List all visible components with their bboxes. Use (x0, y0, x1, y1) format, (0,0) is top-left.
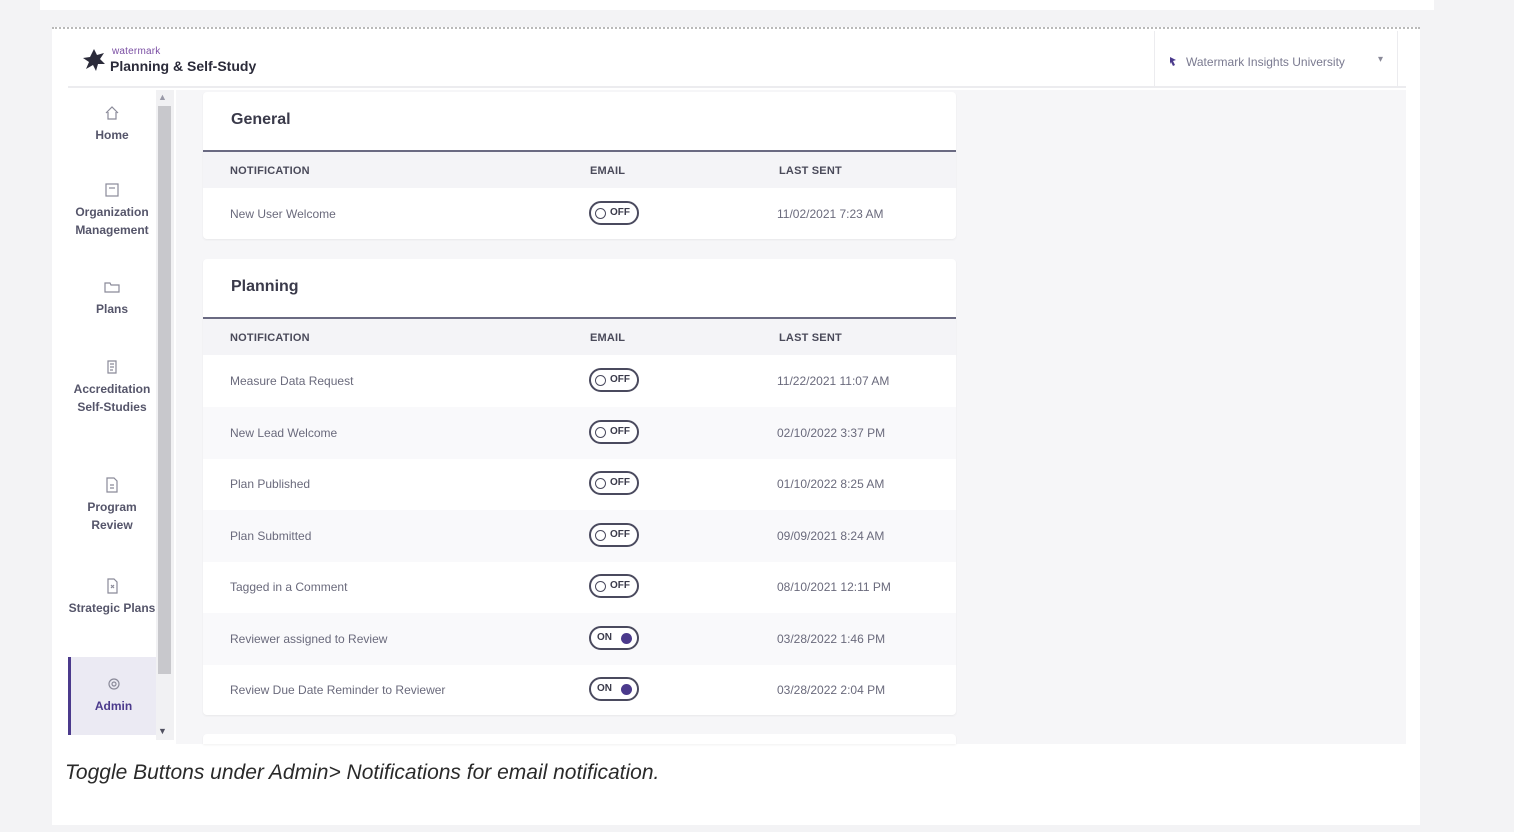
last-sent-date: 11/22/2021 11:07 AM (777, 374, 890, 388)
toggle-knob (595, 375, 606, 386)
sidebar-item-label: Organization Management (75, 205, 149, 237)
last-sent-date: 02/10/2022 3:37 PM (777, 426, 886, 440)
sidebar-item-label: Admin (94, 699, 133, 713)
column-header-email: EMAIL (590, 332, 626, 344)
organization-icon (105, 183, 119, 197)
strategic-plan-icon (107, 578, 118, 594)
section-card-general: General NOTIFICATION EMAIL LAST SENT New… (203, 92, 956, 239)
toggle-state: OFF (610, 374, 630, 385)
table-row: Review Due Date Reminder to Reviewer ON … (203, 664, 956, 716)
document-icon (106, 477, 118, 493)
institution-name[interactable]: Watermark Insights University (1186, 55, 1345, 69)
last-sent-date: 09/09/2021 8:24 AM (777, 529, 885, 543)
toggle-state: ON (597, 683, 612, 694)
chevron-down-icon[interactable]: ▾ (1378, 54, 1383, 65)
email-toggle[interactable]: ON (589, 677, 639, 701)
last-sent-date: 08/10/2021 12:11 PM (777, 580, 891, 594)
brand-wordmark: watermark (112, 46, 161, 57)
email-toggle[interactable]: ON (589, 626, 639, 650)
toggle-state: OFF (610, 477, 630, 488)
table-row: New User Welcome OFF 11/02/2021 7:23 AM (203, 188, 956, 240)
scrollbar-thumb[interactable] (158, 106, 171, 674)
notification-name: Tagged in a Comment (230, 580, 348, 594)
toggle-knob (595, 427, 606, 438)
sidebar-item-label: Plans (95, 302, 128, 316)
toggle-knob (595, 208, 606, 219)
table-row: Reviewer assigned to Review ON 03/28/202… (203, 613, 956, 665)
notification-name: New User Welcome (230, 207, 336, 221)
section-title: Planning (231, 278, 299, 295)
table-row: New Lead Welcome OFF 02/10/2022 3:37 PM (203, 407, 956, 459)
section-card-planning: Planning NOTIFICATION EMAIL LAST SENT Me… (203, 259, 956, 715)
table-row: Plan Submitted OFF 09/09/2021 8:24 AM (203, 510, 956, 562)
home-icon (105, 106, 119, 120)
notification-name: Measure Data Request (230, 374, 354, 388)
table-header: NOTIFICATION EMAIL LAST SENT (203, 319, 956, 355)
sidebar-item-program-review[interactable]: Program Review (68, 476, 156, 540)
toggle-state: OFF (610, 426, 630, 437)
image-caption: Toggle Buttons under Admin> Notification… (65, 761, 660, 784)
table-row: Plan Published OFF 01/10/2022 8:25 AM (203, 458, 956, 510)
table-row: Measure Data Request OFF 11/22/2021 11:0… (203, 355, 956, 407)
scroll-up-arrow-icon[interactable]: ▲ (158, 92, 167, 102)
email-toggle[interactable]: OFF (589, 420, 639, 444)
accreditation-icon (107, 360, 117, 374)
last-sent-date: 03/28/2022 1:46 PM (777, 632, 886, 646)
toggle-state: ON (597, 632, 612, 643)
last-sent-date: 03/28/2022 2:04 PM (777, 683, 886, 697)
scroll-down-arrow-icon[interactable]: ▼ (158, 726, 167, 736)
sidebar-item-organization-management[interactable]: Organization Management (68, 181, 156, 245)
last-sent-date: 01/10/2022 8:25 AM (777, 477, 885, 491)
toggle-state: OFF (610, 207, 630, 218)
sidebar-item-strategic-plans[interactable]: Strategic Plans (68, 577, 156, 641)
sidebar-item-accreditation-self-studies[interactable]: Accreditation Self-Studies (68, 358, 156, 440)
notification-name: Plan Published (230, 477, 311, 491)
notification-name: Plan Submitted (230, 529, 312, 543)
sidebar-item-admin[interactable]: Admin (68, 657, 156, 735)
column-header-last-sent: LAST SENT (779, 332, 842, 344)
toggle-knob (595, 581, 606, 592)
column-header-notification: NOTIFICATION (230, 165, 310, 177)
toggle-knob (621, 633, 632, 644)
notification-name: Reviewer assigned to Review (230, 632, 388, 646)
section-card-next (203, 734, 956, 744)
email-toggle[interactable]: OFF (589, 201, 639, 225)
folder-icon (104, 282, 120, 293)
toggle-knob (595, 530, 606, 541)
watermark-logo-icon (83, 49, 105, 71)
column-header-email: EMAIL (590, 165, 626, 177)
table-header: NOTIFICATION EMAIL LAST SENT (203, 152, 956, 188)
toggle-state: OFF (610, 580, 630, 591)
toggle-knob (595, 478, 606, 489)
sidebar-item-home[interactable]: Home (68, 104, 156, 154)
sidebar-item-label: Accreditation Self-Studies (73, 382, 151, 414)
email-toggle[interactable]: OFF (589, 574, 639, 598)
sidebar-item-plans[interactable]: Plans (68, 278, 156, 320)
email-toggle[interactable]: OFF (589, 523, 639, 547)
notification-name: Review Due Date Reminder to Reviewer (230, 683, 446, 697)
sidebar-item-label: Program Review (87, 500, 137, 532)
institution-icon (1170, 57, 1176, 66)
notification-name: New Lead Welcome (230, 426, 338, 440)
table-row: Tagged in a Comment OFF 08/10/2021 12:11… (203, 561, 956, 613)
sidebar-item-label: Home (95, 128, 129, 142)
app-title: Planning & Self-Study (110, 58, 257, 74)
sidebar-item-label: Strategic Plans (68, 601, 156, 615)
column-header-last-sent: LAST SENT (779, 165, 842, 177)
email-toggle[interactable]: OFF (589, 368, 639, 392)
last-sent-date: 11/02/2021 7:23 AM (777, 207, 884, 221)
gear-icon (107, 678, 120, 690)
top-strip (40, 0, 1434, 10)
section-title: General (231, 111, 291, 128)
column-header-notification: NOTIFICATION (230, 332, 310, 344)
email-toggle[interactable]: OFF (589, 471, 639, 495)
toggle-knob (621, 684, 632, 695)
toggle-state: OFF (610, 529, 630, 540)
